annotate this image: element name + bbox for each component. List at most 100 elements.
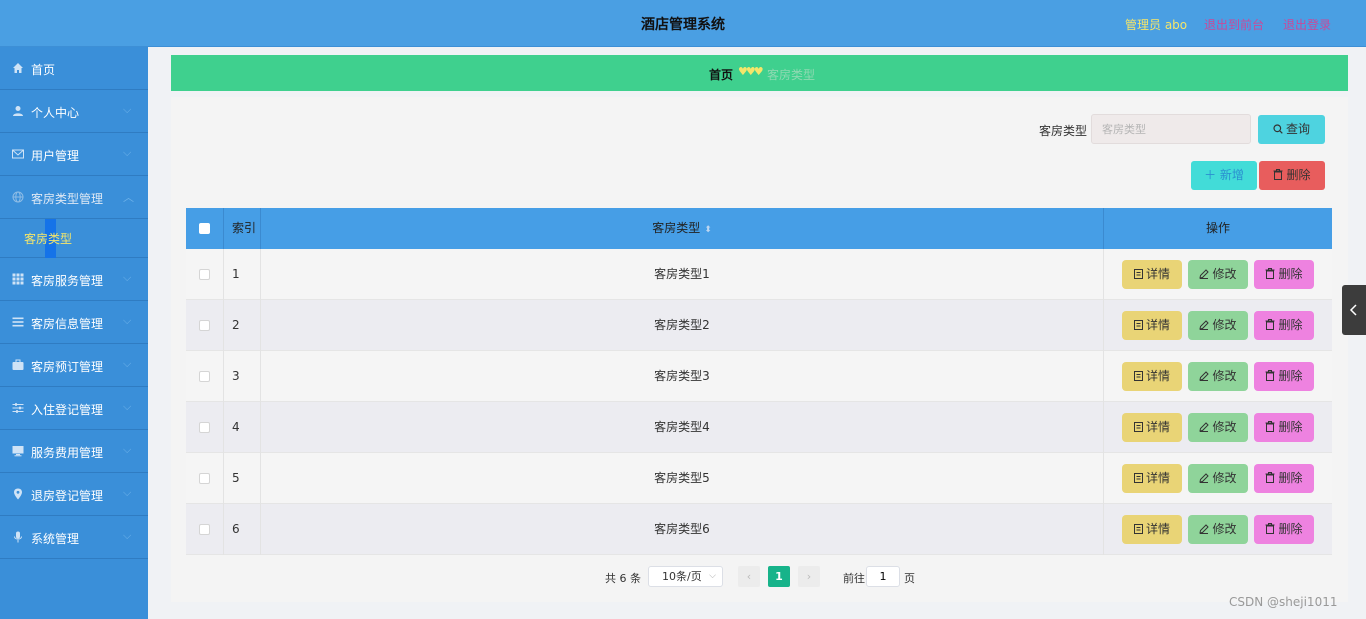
room-type-table: 索引 客房类型 ⬍ 操作 1 客房类型1 详情 修改 删除 2 客房类型2 详情 修改 删除 3 客房类… <box>186 208 1332 555</box>
row-checkbox[interactable] <box>199 269 210 280</box>
sidebar-item-label: 入住登记管理 <box>31 403 104 417</box>
edit-button[interactable]: 修改 <box>1188 413 1248 442</box>
row-actions: 详情 修改 删除 <box>1104 351 1332 402</box>
row-select-cell[interactable] <box>186 453 224 504</box>
header-room-type-label: 客房类型 <box>652 221 701 235</box>
sidebar-subitem-label: 客房类型 <box>24 232 73 246</box>
sidebar-item-system-management[interactable]: 系统管理 ⌵ <box>0 516 148 559</box>
row-index: 1 <box>224 249 261 300</box>
add-button[interactable]: ＋ 新增 <box>1191 161 1257 190</box>
batch-delete-button-label: 删除 <box>1286 168 1311 182</box>
add-button-label: 新增 <box>1219 168 1244 182</box>
edit-button[interactable]: 修改 <box>1188 362 1248 391</box>
next-page-button[interactable]: › <box>798 566 820 587</box>
delete-button[interactable]: 删除 <box>1254 515 1314 544</box>
prev-page-button[interactable]: ‹ <box>738 566 760 587</box>
current-page-button[interactable]: 1 <box>768 566 790 587</box>
sidebar-item-label: 客房信息管理 <box>31 317 104 331</box>
page-suffix: 页 <box>904 572 915 585</box>
trash-icon <box>1265 472 1275 483</box>
breadcrumb-home[interactable]: 首页 <box>709 66 733 83</box>
chevron-down-icon: ⌵ <box>123 271 132 284</box>
row-checkbox[interactable] <box>199 320 210 331</box>
chevron-down-icon: ⌵ <box>123 314 132 327</box>
detail-button[interactable]: 详情 <box>1122 260 1182 289</box>
panel-toggle-button[interactable] <box>1342 285 1366 335</box>
chevron-up-icon: ︿ <box>123 191 134 204</box>
row-room-type: 客房类型4 <box>261 402 1104 453</box>
sidebar-item-label: 客房预订管理 <box>31 360 104 374</box>
sort-icon[interactable]: ⬍ <box>704 210 712 251</box>
monitor-icon <box>12 446 24 457</box>
edit-button[interactable]: 修改 <box>1188 464 1248 493</box>
select-all-checkbox[interactable] <box>199 223 210 234</box>
logout-link[interactable]: 退出登录 <box>1283 16 1331 33</box>
detail-button-label: 详情 <box>1145 369 1170 383</box>
breadcrumb-current: 客房类型 <box>767 68 816 82</box>
sidebar-item-personal-center[interactable]: 个人中心 ⌵ <box>0 90 148 133</box>
sidebar-subitem-room-type[interactable]: 客房类型 <box>0 219 148 258</box>
row-select-cell[interactable] <box>186 300 224 351</box>
table-header: 索引 客房类型 ⬍ 操作 <box>186 208 1332 249</box>
sidebar-item-home[interactable]: 首页 <box>0 47 148 90</box>
detail-button[interactable]: 详情 <box>1122 413 1182 442</box>
goto-page-input[interactable] <box>866 566 900 587</box>
sidebar-item-room-type-management[interactable]: 客房类型管理 ︿ <box>0 176 148 219</box>
delete-button[interactable]: 删除 <box>1254 413 1314 442</box>
detail-button[interactable]: 详情 <box>1122 515 1182 544</box>
sidebar-item-room-booking-management[interactable]: 客房预订管理 ⌵ <box>0 344 148 387</box>
edit-icon <box>1199 473 1210 483</box>
row-select-cell[interactable] <box>186 351 224 402</box>
sidebar-item-room-service-management[interactable]: 客房服务管理 ⌵ <box>0 258 148 301</box>
batch-delete-button[interactable]: 删除 <box>1259 161 1325 190</box>
room-type-search-input[interactable] <box>1091 114 1251 144</box>
chevron-down-icon: ⌵ <box>123 486 132 499</box>
sidebar-item-label: 用户管理 <box>31 149 80 163</box>
sidebar-item-user-management[interactable]: 用户管理 ⌵ <box>0 133 148 176</box>
edit-icon <box>1199 524 1210 534</box>
row-select-cell[interactable] <box>186 402 224 453</box>
delete-button[interactable]: 删除 <box>1254 362 1314 391</box>
detail-button[interactable]: 详情 <box>1122 362 1182 391</box>
trash-icon <box>1265 421 1275 432</box>
row-checkbox[interactable] <box>199 422 210 433</box>
edit-button[interactable]: 修改 <box>1188 311 1248 340</box>
sidebar-item-checkout-management[interactable]: 退房登记管理 ⌵ <box>0 473 148 516</box>
goto-label: 前往 <box>843 572 865 585</box>
delete-button[interactable]: 删除 <box>1254 260 1314 289</box>
row-room-type: 客房类型3 <box>261 351 1104 402</box>
detail-button[interactable]: 详情 <box>1122 311 1182 340</box>
sliders-icon <box>12 403 24 413</box>
edit-icon <box>1199 422 1210 432</box>
header-room-type[interactable]: 客房类型 ⬍ <box>261 208 1104 249</box>
sidebar-item-checkin-management[interactable]: 入住登记管理 ⌵ <box>0 387 148 430</box>
delete-button-label: 删除 <box>1278 522 1303 536</box>
document-icon <box>1133 473 1143 483</box>
delete-button[interactable]: 删除 <box>1254 464 1314 493</box>
row-select-cell[interactable] <box>186 504 224 555</box>
trash-icon <box>1265 268 1275 279</box>
row-room-type: 客房类型1 <box>261 249 1104 300</box>
chevron-left-icon: ‹ <box>746 570 752 583</box>
page-size-select[interactable]: 10条/页 ⌵ <box>648 566 723 587</box>
grid-icon <box>12 273 24 285</box>
sidebar-item-room-info-management[interactable]: 客房信息管理 ⌵ <box>0 301 148 344</box>
row-index: 5 <box>224 453 261 504</box>
edit-button[interactable]: 修改 <box>1188 260 1248 289</box>
back-to-frontend-link[interactable]: 退出到前台 <box>1204 16 1264 33</box>
select-all-cell[interactable] <box>186 208 224 249</box>
chevron-down-icon: ⌵ <box>123 103 132 116</box>
query-button[interactable]: 查询 <box>1258 115 1325 144</box>
chevron-left-icon <box>1349 304 1357 316</box>
row-checkbox[interactable] <box>199 473 210 484</box>
delete-button[interactable]: 删除 <box>1254 311 1314 340</box>
sidebar-item-service-fee-management[interactable]: 服务费用管理 ⌵ <box>0 430 148 473</box>
row-select-cell[interactable] <box>186 249 224 300</box>
row-checkbox[interactable] <box>199 371 210 382</box>
delete-button-label: 删除 <box>1278 420 1303 434</box>
edit-button[interactable]: 修改 <box>1188 515 1248 544</box>
document-icon <box>1133 371 1143 381</box>
row-checkbox[interactable] <box>199 524 210 535</box>
row-actions: 详情 修改 删除 <box>1104 504 1332 555</box>
detail-button[interactable]: 详情 <box>1122 464 1182 493</box>
